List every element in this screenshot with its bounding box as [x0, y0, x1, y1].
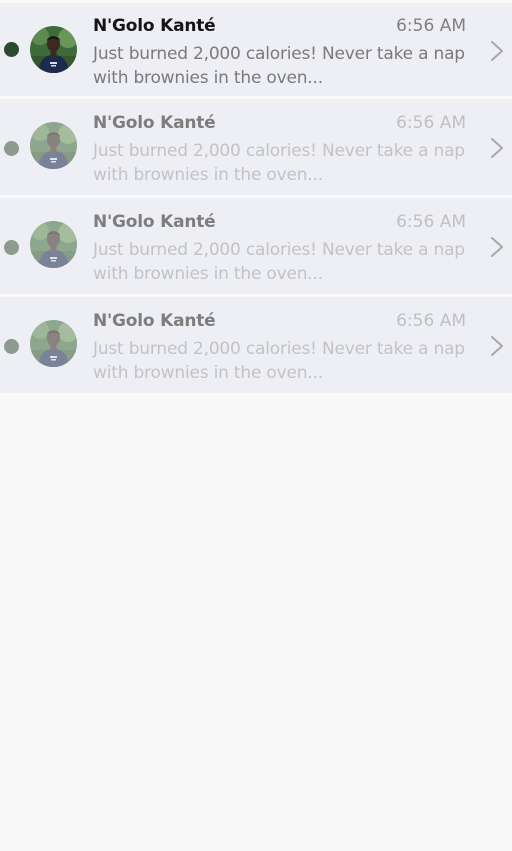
message-time: 6:56 AM: [396, 113, 466, 133]
message-preview: Just burned 2,000 calories! Never take a…: [93, 44, 465, 88]
message-row[interactable]: N'Golo Kanté 6:56 AM Just burned 2,000 c…: [0, 99, 512, 198]
sender-name: N'Golo Kanté: [93, 311, 216, 331]
message-preview: Just burned 2,000 calories! Never take a…: [93, 141, 465, 185]
avatar: [30, 320, 77, 367]
unread-dot-icon: [4, 42, 19, 57]
message-row[interactable]: N'Golo Kanté 6:56 AM Just burned 2,000 c…: [0, 0, 512, 99]
read-dot-icon: [4, 240, 19, 255]
message-row[interactable]: N'Golo Kanté 6:56 AM Just burned 2,000 c…: [0, 297, 512, 396]
sender-name: N'Golo Kanté: [93, 212, 216, 232]
message-row[interactable]: N'Golo Kanté 6:56 AM Just burned 2,000 c…: [0, 198, 512, 297]
read-dot-icon: [4, 339, 19, 354]
message-preview: Just burned 2,000 calories! Never take a…: [93, 339, 465, 383]
avatar: [30, 122, 77, 169]
avatar: [30, 221, 77, 268]
message-time: 6:56 AM: [396, 311, 466, 331]
sender-name: N'Golo Kanté: [93, 113, 216, 133]
message-time: 6:56 AM: [396, 212, 466, 232]
chevron-right-icon[interactable]: [490, 137, 504, 159]
chevron-right-icon[interactable]: [490, 40, 504, 62]
message-time: 6:56 AM: [396, 16, 466, 36]
avatar: [30, 26, 77, 73]
sender-name: N'Golo Kanté: [93, 16, 216, 36]
chevron-right-icon[interactable]: [490, 236, 504, 258]
message-preview: Just burned 2,000 calories! Never take a…: [93, 240, 465, 284]
chevron-right-icon[interactable]: [490, 335, 504, 357]
message-list: N'Golo Kanté 6:56 AM Just burned 2,000 c…: [0, 0, 512, 396]
read-dot-icon: [4, 141, 19, 156]
